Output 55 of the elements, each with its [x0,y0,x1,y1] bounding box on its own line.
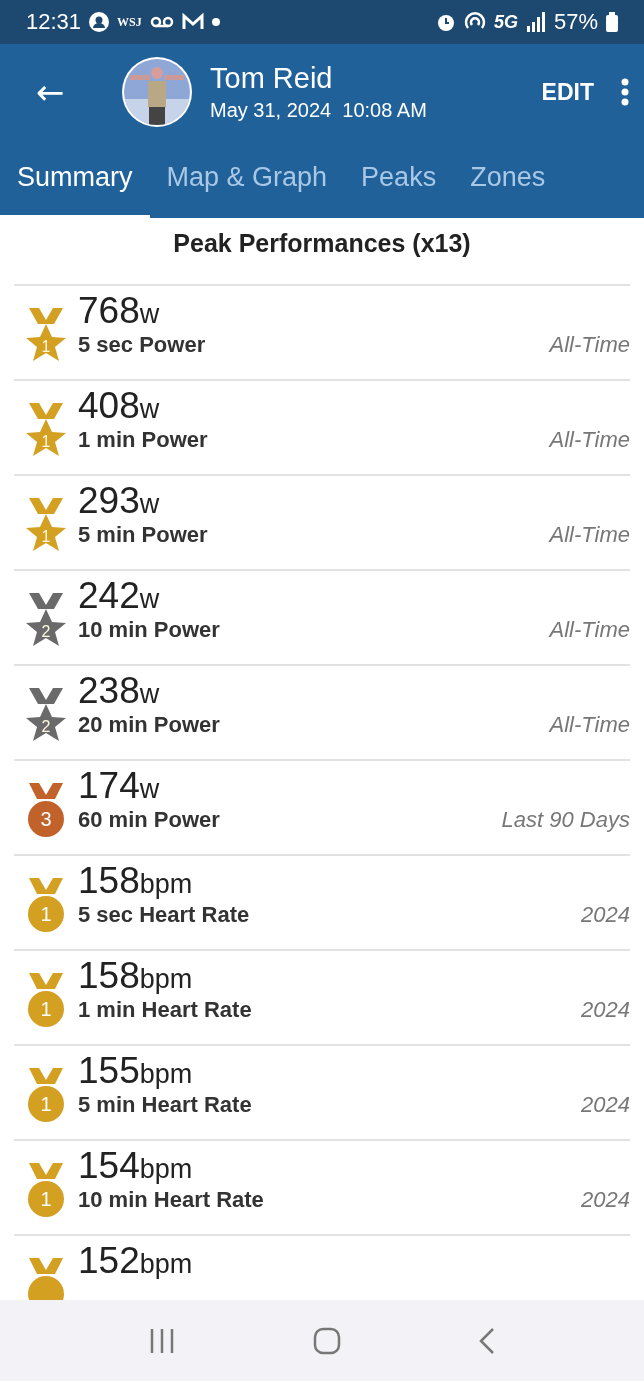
peak-period: 2024 [581,997,630,1023]
peak-label: 60 min Power [78,807,220,833]
peak-period: All-Time [549,617,630,643]
peak-period: 2024 [581,902,630,928]
status-time: 12:31 [26,9,82,35]
peak-value: 158bpm [78,955,193,997]
back-icon[interactable] [479,1326,495,1355]
edit-button[interactable]: EDIT [535,77,600,107]
peak-value: 152bpm [78,1240,193,1282]
app-label: WSJ [117,14,142,30]
activity-datetime: May 31, 2024 10:08 AM [210,99,427,122]
alarm-icon [435,12,456,32]
peak-period: Last 90 Days [501,807,630,833]
tab[interactable]: Summary [0,140,150,218]
peak-value: 154bpm [78,1145,193,1187]
back-button[interactable]: ← [30,72,70,112]
peak-value: 293w [78,480,160,522]
mail-icon [181,13,204,31]
signal-icon [525,12,546,32]
peak-label: 10 min Power [78,617,220,643]
peak-label: 20 min Power [78,712,220,738]
athlete-name: Tom Reid [210,62,334,95]
battery-percent: 57% [553,9,598,35]
peak-label: 1 min Power [78,427,208,453]
peak-value: 242w [78,575,160,617]
voicemail-icon [149,15,174,29]
peak-value: 238w [78,670,160,712]
peak-value: 174w [78,765,160,807]
dot-icon [211,18,220,26]
peak-label: 5 sec Heart Rate [78,902,250,928]
peak-period: 2024 [581,1187,630,1213]
tab[interactable]: Peaks [344,140,454,218]
peak-value: 408w [78,385,160,427]
more-icon[interactable] [620,78,630,106]
peak-period: All-Time [549,427,630,453]
recent-apps-icon[interactable] [149,1327,175,1354]
section-title: Peak Performances (x13) [172,228,472,259]
peak-label: 10 min Heart Rate [78,1187,264,1213]
peak-period: All-Time [549,332,630,358]
peak-period: All-Time [549,712,630,738]
account-icon [89,12,110,32]
peak-label: 5 sec Power [78,332,206,358]
peak-period: All-Time [549,522,630,548]
peak-label: 5 min Power [78,522,208,548]
tab[interactable]: Map & Graph [149,140,345,218]
peak-period: 2024 [581,1092,630,1118]
peak-value: 155bpm [78,1050,193,1092]
peak-value: 768w [78,290,160,332]
network-type: 5G [493,11,518,33]
peak-label: 5 min Heart Rate [78,1092,252,1118]
tab[interactable]: Zones [453,140,563,218]
home-icon[interactable] [313,1326,341,1355]
peak-label: 1 min Heart Rate [78,997,252,1023]
battery-icon [606,12,618,32]
peak-value: 158bpm [78,860,193,902]
